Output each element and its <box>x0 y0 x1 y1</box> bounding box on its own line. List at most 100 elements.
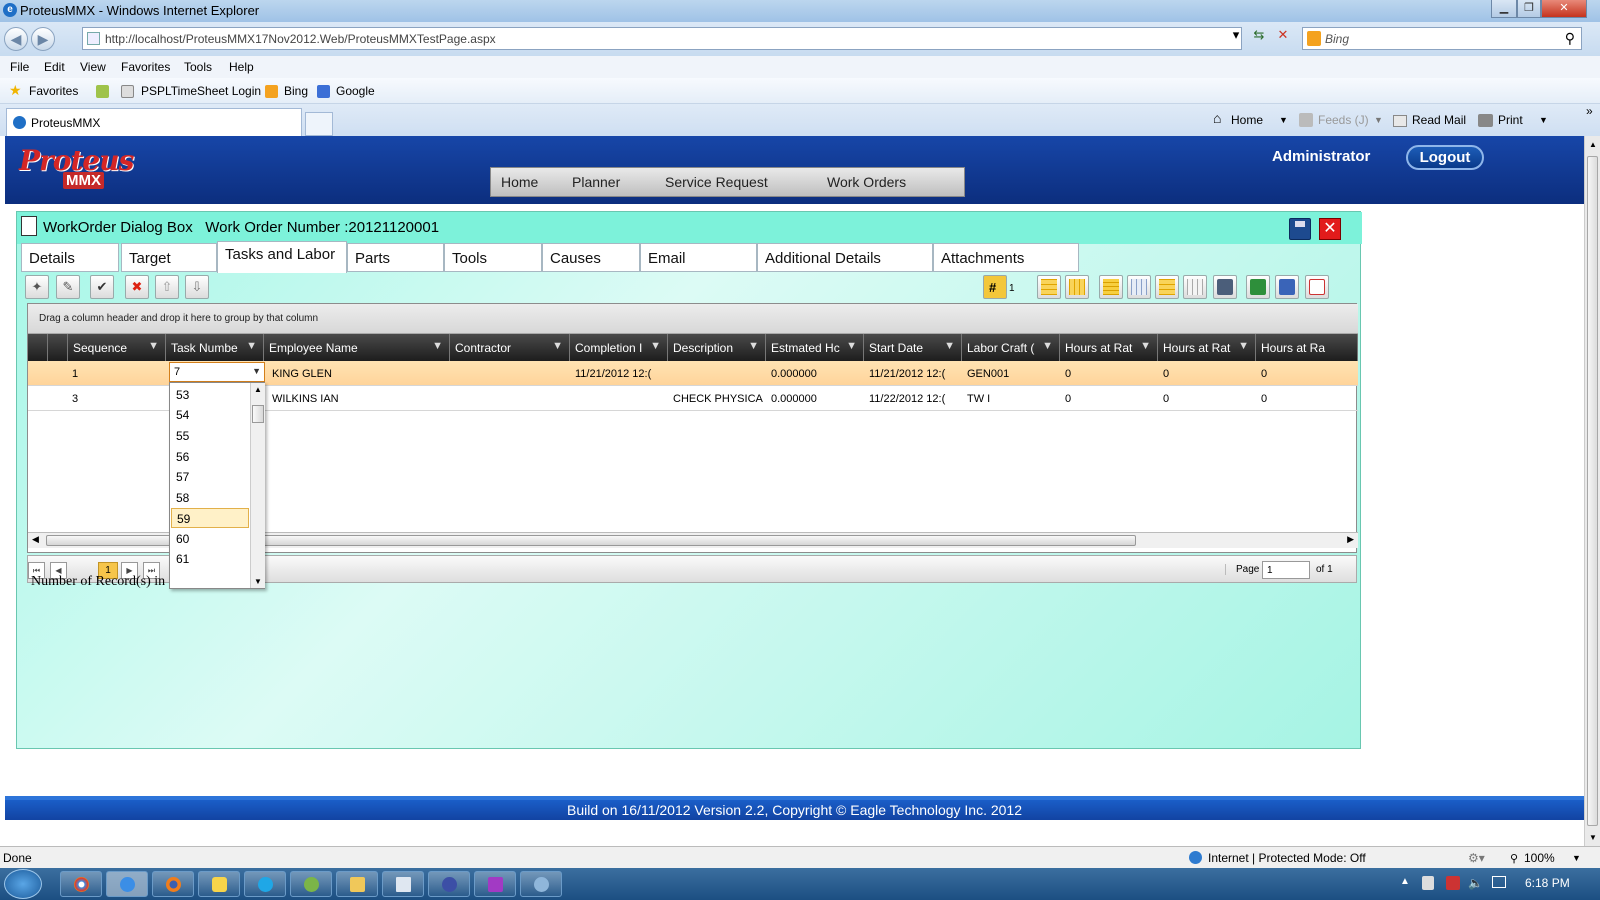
minimize-button[interactable]: ▁ <box>1491 0 1517 18</box>
print-dropdown-icon[interactable]: ▼ <box>1539 115 1548 125</box>
filter-icon[interactable]: ▼ <box>552 340 563 352</box>
dropdown-option[interactable]: 57 <box>171 467 249 487</box>
taskbar-messenger[interactable] <box>198 871 240 897</box>
filter-icon[interactable]: ▼ <box>1140 340 1151 352</box>
export-word-icon[interactable] <box>1275 275 1299 299</box>
header-labor-craft[interactable]: Labor Craft (▼ <box>962 334 1060 361</box>
filter-icon[interactable]: ▼ <box>650 340 661 352</box>
zoom-level[interactable]: 100% <box>1524 851 1555 865</box>
column-chooser-icon[interactable] <box>1099 275 1123 299</box>
tab-tasks-and-labor[interactable]: Tasks and Labor <box>217 241 347 273</box>
stop-icon[interactable]: ✕ <box>1274 26 1292 44</box>
menu-view[interactable]: View <box>80 60 106 74</box>
group-drop-area[interactable]: Drag a column header and drop it here to… <box>28 304 1358 334</box>
move-up-icon[interactable]: ⇧ <box>155 275 179 299</box>
back-button[interactable]: ◀ <box>4 27 28 51</box>
search-box[interactable]: Bing ⚲ <box>1302 27 1582 50</box>
header-sequence[interactable]: Sequence ▼ <box>68 334 166 361</box>
header-estimated[interactable]: Estmated Hc ▼ <box>766 334 864 361</box>
header-hours-3[interactable]: Hours at Ra <box>1256 334 1358 361</box>
menu-help[interactable]: Help <box>229 60 254 74</box>
fav-link-timesheet[interactable]: PSPLTimeSheet Login <box>141 84 261 98</box>
menu-tools[interactable]: Tools <box>184 60 212 74</box>
print-command[interactable]: Print <box>1498 113 1523 127</box>
taskbar-firefox[interactable] <box>152 871 194 897</box>
forward-button[interactable]: ▶ <box>31 27 55 51</box>
filter-icon[interactable]: ▼ <box>1238 340 1249 352</box>
taskbar-skype[interactable] <box>244 871 286 897</box>
taskbar-app[interactable] <box>428 871 470 897</box>
dropdown-option[interactable]: 61 <box>171 549 249 569</box>
taskbar-users[interactable] <box>290 871 332 897</box>
scroll-left-icon[interactable]: ◀ <box>32 534 39 545</box>
dropdown-option[interactable]: 58 <box>171 488 249 508</box>
filter-icon[interactable]: ▼ <box>1042 340 1053 352</box>
more-commands-icon[interactable]: » <box>1586 104 1593 118</box>
home-dropdown-icon[interactable]: ▼ <box>1279 115 1288 125</box>
close-dialog-icon[interactable]: ✕ <box>1319 218 1341 240</box>
home-command[interactable]: Home <box>1231 113 1263 127</box>
tray-expand-icon[interactable]: ▲ <box>1400 876 1410 887</box>
tray-device-icon[interactable] <box>1422 876 1434 890</box>
taskbar-clock[interactable]: 6:18 PM <box>1525 876 1570 890</box>
header-completion[interactable]: Completion I ▼ <box>570 334 668 361</box>
address-bar[interactable]: http://localhost/ProteusMMX17Nov2012.Web… <box>82 27 1242 50</box>
menu-favorites[interactable]: Favorites <box>121 60 170 74</box>
header-hours-2[interactable]: Hours at Rat ▼ <box>1158 334 1256 361</box>
export-pdf-icon[interactable] <box>1305 275 1329 299</box>
page-input[interactable]: 1 <box>1262 561 1310 579</box>
filter-icon[interactable]: ▼ <box>148 340 159 352</box>
dropdown-option[interactable]: 54 <box>171 405 249 425</box>
scroll-down-icon[interactable]: ▼ <box>1589 833 1597 842</box>
start-button[interactable] <box>4 869 42 899</box>
feeds-dropdown-icon[interactable]: ▼ <box>1374 115 1383 125</box>
dropdown-option[interactable]: 60 <box>171 529 249 549</box>
scroll-down-icon[interactable]: ▼ <box>254 577 262 586</box>
dropdown-scrollbar[interactable]: ▲ ▼ <box>250 383 265 588</box>
feeds-command[interactable]: Feeds (J) <box>1318 113 1369 127</box>
fav-link-bing[interactable]: Bing <box>284 84 308 98</box>
nav-home[interactable]: Home <box>501 174 538 190</box>
filter-icon[interactable]: ▼ <box>748 340 759 352</box>
add-row-icon[interactable]: ✦ <box>25 275 49 299</box>
tab-target[interactable]: Target <box>121 243 217 272</box>
menu-file[interactable]: File <box>10 60 29 74</box>
page-vertical-scrollbar[interactable]: ▲ ▼ <box>1584 136 1600 846</box>
network-icon[interactable] <box>1492 876 1506 888</box>
save-icon[interactable] <box>1289 218 1311 240</box>
nav-service-request[interactable]: Service Request <box>665 174 768 190</box>
nav-work-orders[interactable]: Work Orders <box>827 174 906 190</box>
chevron-down-icon[interactable]: ▼ <box>252 366 261 376</box>
grid-blank-icon[interactable] <box>1183 275 1207 299</box>
row-number-icon[interactable]: # <box>983 275 1007 299</box>
dropdown-option[interactable]: 53 <box>171 385 249 405</box>
read-mail-command[interactable]: Read Mail <box>1412 113 1466 127</box>
taskbar-visual-studio[interactable] <box>474 871 516 897</box>
accept-icon[interactable]: ✔ <box>90 275 114 299</box>
tab-email[interactable]: Email <box>640 243 757 272</box>
dropdown-scroll-thumb[interactable] <box>252 405 264 423</box>
add-favorite-icon[interactable] <box>96 85 109 98</box>
task-number-combobox[interactable]: 7 ▼ <box>169 362 265 382</box>
header-employee-name[interactable]: Employee Name ▼ <box>264 334 450 361</box>
taskbar-explorer[interactable] <box>336 871 378 897</box>
zoom-dropdown-icon[interactable]: ▼ <box>1572 853 1581 863</box>
delete-row-icon[interactable]: ✖ <box>125 275 149 299</box>
logout-button[interactable]: Logout <box>1406 145 1484 170</box>
move-down-icon[interactable]: ⇩ <box>185 275 209 299</box>
tab-attachments[interactable]: Attachments <box>933 243 1079 272</box>
taskbar-tool[interactable] <box>520 871 562 897</box>
taskbar-chrome[interactable] <box>60 871 102 897</box>
tab-causes[interactable]: Causes <box>542 243 640 272</box>
scroll-right-icon[interactable]: ▶ <box>1347 534 1354 545</box>
page-scroll-thumb[interactable] <box>1587 156 1598 826</box>
tab-details[interactable]: Details <box>21 243 119 272</box>
refresh-icon[interactable]: ⇆ <box>1250 26 1268 44</box>
taskbar-ie[interactable] <box>106 871 148 897</box>
grid-layout-icon[interactable] <box>1037 275 1061 299</box>
favorites-button[interactable]: Favorites <box>29 84 78 98</box>
scroll-up-icon[interactable]: ▲ <box>1589 140 1597 149</box>
dropdown-option-highlighted[interactable]: 59 <box>171 508 249 528</box>
nav-planner[interactable]: Planner <box>572 174 620 190</box>
taskbar-notepad[interactable] <box>382 871 424 897</box>
